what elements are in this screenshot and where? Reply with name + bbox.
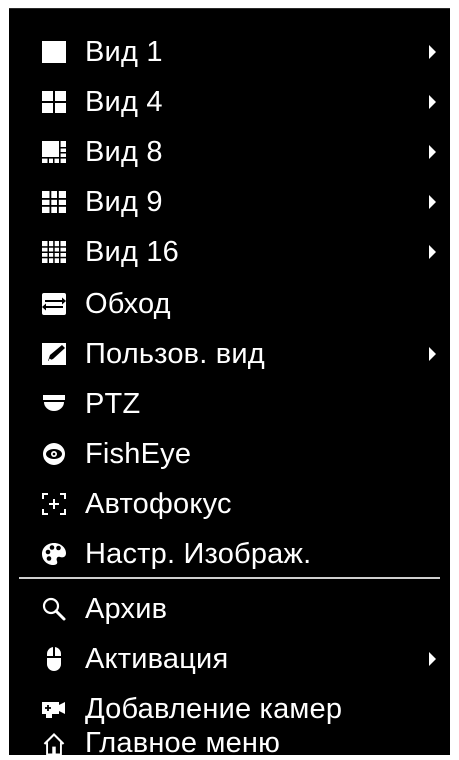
menu-item-label: Добавление камер <box>85 692 343 725</box>
menu-item-label: FishEye <box>85 437 192 470</box>
menu-item-label: Архив <box>85 592 168 625</box>
menu-item-label: Вид 9 <box>85 185 163 218</box>
menu-item-view-1[interactable]: Вид 1 <box>9 27 450 77</box>
submenu-arrow-icon <box>429 45 436 59</box>
menu-item-label: Главное меню <box>85 727 281 759</box>
menu-separator <box>19 577 440 579</box>
menu-item-autofocus[interactable]: Автофокус <box>9 479 450 529</box>
view-8-icon <box>42 141 66 163</box>
fisheye-icon <box>43 443 65 465</box>
menu-item-label: Вид 16 <box>85 235 179 268</box>
submenu-arrow-icon <box>429 245 436 259</box>
submenu-arrow-icon <box>429 652 436 666</box>
home-icon <box>43 732 65 756</box>
view-9-icon <box>42 191 66 213</box>
menu-item-view-8[interactable]: Вид 8 <box>9 127 450 177</box>
submenu-arrow-icon <box>429 145 436 159</box>
menu-item-image-settings[interactable]: Настр. Изображ. <box>9 529 450 579</box>
menu-item-label: PTZ <box>85 387 141 420</box>
submenu-arrow-icon <box>429 347 436 361</box>
menu-item-label: Обход <box>85 287 171 320</box>
add-camera-icon <box>42 702 65 718</box>
view-1-icon <box>42 41 66 63</box>
custom-view-icon <box>42 343 66 365</box>
menu-item-label: Пользов. вид <box>85 337 265 370</box>
menu-item-ptz[interactable]: PTZ <box>9 379 450 429</box>
menu-item-archive[interactable]: Архив <box>9 584 450 634</box>
view-4-icon <box>42 91 66 113</box>
palette-icon <box>42 543 66 565</box>
menu-item-main-menu[interactable]: Главное меню <box>9 727 450 759</box>
view-16-icon <box>42 241 66 263</box>
submenu-arrow-icon <box>429 195 436 209</box>
context-menu: Вид 1 Вид 4 Вид 8 Вид 9 Вид 16 Обход Пол… <box>9 8 450 759</box>
menu-item-tour[interactable]: Обход <box>9 279 450 329</box>
menu-item-label: Вид 8 <box>85 135 163 168</box>
menu-item-fisheye[interactable]: FishEye <box>9 429 450 479</box>
ptz-icon <box>43 395 65 411</box>
menu-item-label: Настр. Изображ. <box>85 537 312 570</box>
menu-item-custom-view[interactable]: Пользов. вид <box>9 329 450 379</box>
menu-item-view-9[interactable]: Вид 9 <box>9 177 450 227</box>
menu-item-label: Вид 4 <box>85 85 163 118</box>
mouse-icon <box>47 647 61 671</box>
menu-item-view-16[interactable]: Вид 16 <box>9 227 450 277</box>
menu-item-label: Вид 1 <box>85 35 163 68</box>
tour-icon <box>42 293 66 315</box>
menu-item-activation[interactable]: Активация <box>9 634 450 684</box>
submenu-arrow-icon <box>429 95 436 109</box>
autofocus-icon <box>42 493 66 515</box>
menu-item-view-4[interactable]: Вид 4 <box>9 77 450 127</box>
menu-item-label: Автофокус <box>85 487 232 520</box>
menu-item-label: Активация <box>85 642 229 675</box>
search-icon <box>42 597 66 621</box>
